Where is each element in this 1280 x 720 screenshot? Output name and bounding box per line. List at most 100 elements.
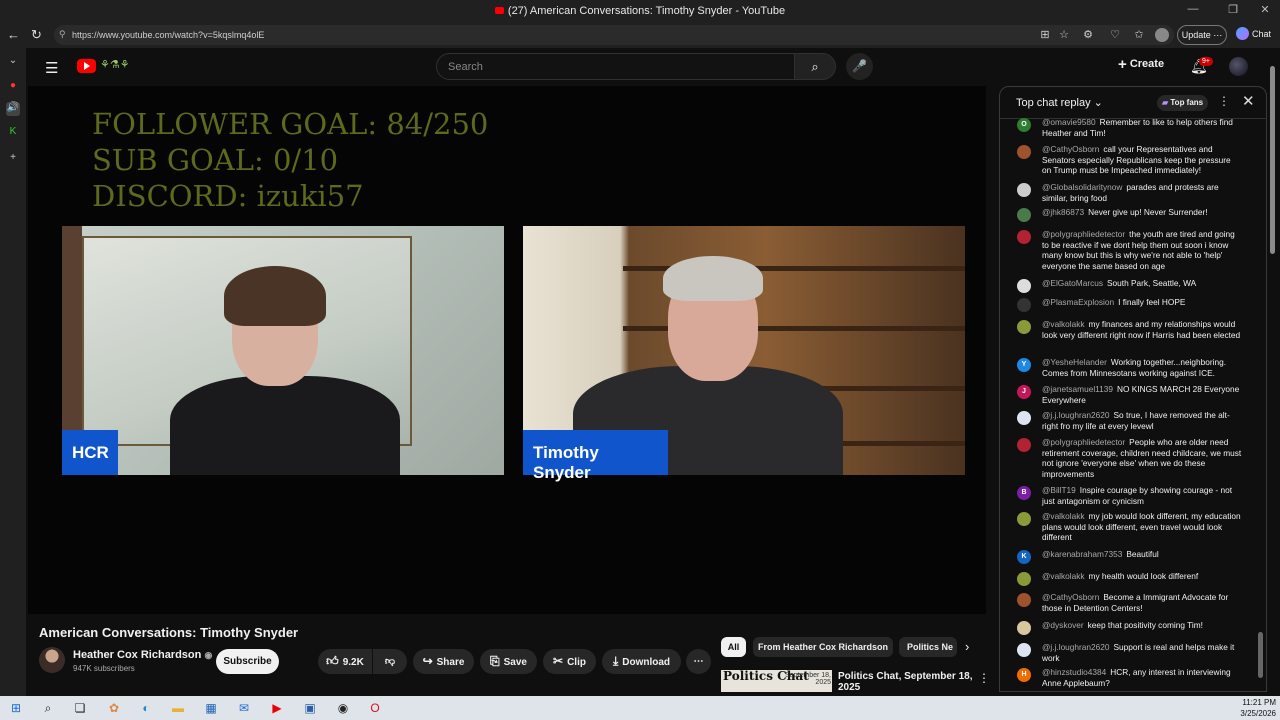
- chat-author-name[interactable]: @PlasmaExplosion: [1042, 297, 1114, 307]
- chat-message[interactable]: @YesheHelander Working together...neighbo…: [1042, 357, 1242, 378]
- chat-message[interactable]: @valkolakk my health would look differenf: [1042, 571, 1242, 582]
- chat-message[interactable]: @j.j.loughran2620 Support is real and hel…: [1042, 642, 1242, 663]
- chat-author-avatar[interactable]: B: [1017, 486, 1031, 500]
- chat-author-name[interactable]: @j.j.loughran2620: [1042, 410, 1109, 420]
- chat-message[interactable]: @dyskover keep that positivity coming Tim…: [1042, 620, 1242, 631]
- chat-author-name[interactable]: @CathyOsborn: [1042, 144, 1099, 154]
- chip-from-channel[interactable]: From Heather Cox Richardson: [753, 637, 893, 657]
- chat-author-name[interactable]: @polygraphliedetector: [1042, 437, 1125, 447]
- chat-author-avatar[interactable]: Y: [1017, 358, 1031, 372]
- page-scrollbar-thumb[interactable]: [1270, 66, 1275, 254]
- chat-author-avatar[interactable]: [1017, 230, 1031, 244]
- chat-author-avatar[interactable]: [1017, 411, 1031, 425]
- reload-button[interactable]: ↻: [31, 27, 42, 43]
- chat-author-avatar[interactable]: [1017, 320, 1031, 334]
- extensions-icon[interactable]: ⚙: [1081, 28, 1095, 42]
- chips-next-arrow-icon[interactable]: ›: [965, 639, 969, 654]
- chat-message[interactable]: @polygraphliedetector People who are olde…: [1042, 437, 1242, 479]
- favorites-icon[interactable]: ✩: [1132, 28, 1146, 42]
- chat-author-avatar[interactable]: [1017, 183, 1031, 197]
- chat-author-name[interactable]: @ElGatoMarcus: [1042, 278, 1103, 288]
- chevron-down-icon[interactable]: ⌄: [6, 55, 20, 69]
- chat-message[interactable]: @CathyOsborn call your Representatives an…: [1042, 144, 1242, 176]
- voice-search-button[interactable]: 🎤: [846, 53, 873, 80]
- copilot-chat-button[interactable]: Chat: [1236, 27, 1271, 40]
- task-view-icon[interactable]: ❏: [71, 699, 89, 717]
- taskbar-search-icon[interactable]: ⌕: [39, 699, 57, 717]
- chat-mode-dropdown[interactable]: Top chat replay ⌄: [1016, 96, 1103, 109]
- file-explorer-icon[interactable]: ▬: [169, 699, 187, 717]
- chat-author-name[interactable]: @karenabraham7353: [1042, 549, 1122, 559]
- maximize-button[interactable]: ❐: [1218, 3, 1248, 16]
- chat-author-avatar[interactable]: O: [1017, 118, 1031, 132]
- chat-author-avatar[interactable]: [1017, 438, 1031, 452]
- channel-avatar[interactable]: [39, 647, 65, 673]
- chat-message[interactable]: @CathyOsborn Become a Immigrant Advocate …: [1042, 592, 1242, 613]
- chat-message[interactable]: @janetsamuel1139 NO KINGS MARCH 28 Everyo…: [1042, 384, 1242, 405]
- download-button[interactable]: ⤓ Download: [602, 649, 681, 674]
- chat-message[interactable]: @j.j.loughran2620 So true, I have removed…: [1042, 410, 1242, 431]
- like-button[interactable]: 👍︎ 9.2K: [318, 649, 372, 674]
- store-icon[interactable]: ▦: [202, 699, 220, 717]
- dislike-button[interactable]: 👎︎: [373, 649, 407, 674]
- chat-author-avatar[interactable]: [1017, 643, 1031, 657]
- chat-author-avatar[interactable]: H: [1017, 668, 1031, 682]
- app-icon[interactable]: ▣: [301, 699, 319, 717]
- share-button[interactable]: ↪ Share: [413, 649, 474, 674]
- search-input[interactable]: Search: [436, 53, 795, 80]
- chat-author-name[interactable]: @janetsamuel1139: [1042, 384, 1113, 394]
- browser-essentials-icon[interactable]: ♡: [1108, 28, 1122, 42]
- more-actions-button[interactable]: ⋯: [686, 649, 711, 674]
- windows-start-icon[interactable]: ⊞: [7, 699, 25, 717]
- new-tab-plus-icon[interactable]: +: [6, 152, 20, 166]
- account-avatar[interactable]: [1229, 57, 1248, 76]
- back-button[interactable]: ←: [7, 27, 20, 42]
- edge-browser-icon[interactable]: ◐: [137, 699, 155, 717]
- youtube-tab-icon[interactable]: ●: [6, 80, 20, 94]
- chat-message[interactable]: @omavie9580 Remember to like to help othe…: [1042, 118, 1242, 138]
- search-button[interactable]: ⌕: [794, 53, 836, 80]
- subscribe-button[interactable]: Subscribe: [216, 649, 279, 674]
- chat-author-name[interactable]: @jhk86873: [1042, 207, 1084, 217]
- chat-author-avatar[interactable]: [1017, 145, 1031, 159]
- channel-name[interactable]: Heather Cox Richardson ◉: [73, 649, 212, 661]
- chip-all[interactable]: All: [721, 637, 746, 657]
- save-button[interactable]: ⎘ Save: [480, 649, 537, 674]
- site-info-icon[interactable]: ⚲: [59, 29, 66, 40]
- chat-author-name[interactable]: @valkolakk: [1042, 571, 1085, 581]
- chat-author-avatar[interactable]: K: [1017, 550, 1031, 564]
- chat-message[interactable]: @valkolakk my finances and my relationshi…: [1042, 319, 1242, 340]
- chat-author-avatar[interactable]: [1017, 621, 1031, 635]
- close-window-button[interactable]: ✕: [1250, 3, 1280, 16]
- youtube-logo[interactable]: [77, 59, 96, 73]
- chat-message[interactable]: @polygraphliedetector the youth are tired…: [1042, 229, 1242, 271]
- chat-author-name[interactable]: @omavie9580: [1042, 118, 1096, 127]
- address-bar[interactable]: ⚲ https://www.youtube.com/watch?v=5kqslmq…: [54, 25, 1174, 45]
- chat-author-avatar[interactable]: [1017, 208, 1031, 222]
- outlook-icon[interactable]: ✉: [235, 699, 253, 717]
- chat-author-avatar[interactable]: [1017, 298, 1031, 312]
- chat-scrollbar[interactable]: [1258, 632, 1263, 678]
- chat-author-name[interactable]: @valkolakk: [1042, 511, 1085, 521]
- chat-author-name[interactable]: @hinzstudio4384: [1042, 667, 1106, 677]
- chat-message[interactable]: @hinzstudio4384 HCR, any interest in inte…: [1042, 667, 1242, 688]
- chat-author-avatar[interactable]: [1017, 593, 1031, 607]
- chat-message[interactable]: @Globalsolidaritynow parades and protests…: [1042, 182, 1242, 203]
- chat-author-avatar[interactable]: [1017, 512, 1031, 526]
- favorite-star-icon[interactable]: ☆: [1057, 28, 1071, 42]
- chat-message[interactable]: @PlasmaExplosion I finally feel HOPE: [1042, 297, 1242, 308]
- recommendation-menu-icon[interactable]: ⋮: [978, 671, 990, 685]
- chat-more-icon[interactable]: ⋮: [1218, 94, 1230, 108]
- minimize-button[interactable]: —: [1178, 3, 1208, 15]
- youtube-app-icon[interactable]: ▶: [268, 699, 286, 717]
- recommendation-title[interactable]: Politics Chat, September 18, 2025: [838, 671, 973, 693]
- chat-message[interactable]: @jhk86873 Never give up! Never Surrender!: [1042, 207, 1242, 218]
- chat-message[interactable]: @valkolakk my job would look different, m…: [1042, 511, 1242, 543]
- copilot-taskbar-icon[interactable]: ✿: [105, 699, 123, 717]
- doodle-logo-icon[interactable]: ⚘⚗⚘: [100, 58, 130, 71]
- apps-icon[interactable]: ⊞: [1038, 28, 1052, 42]
- chat-author-name[interactable]: @BillT19: [1042, 485, 1076, 495]
- chat-close-icon[interactable]: ✕: [1242, 92, 1255, 110]
- hamburger-menu-icon[interactable]: ☰: [45, 59, 58, 77]
- create-button[interactable]: + Create: [1118, 56, 1164, 73]
